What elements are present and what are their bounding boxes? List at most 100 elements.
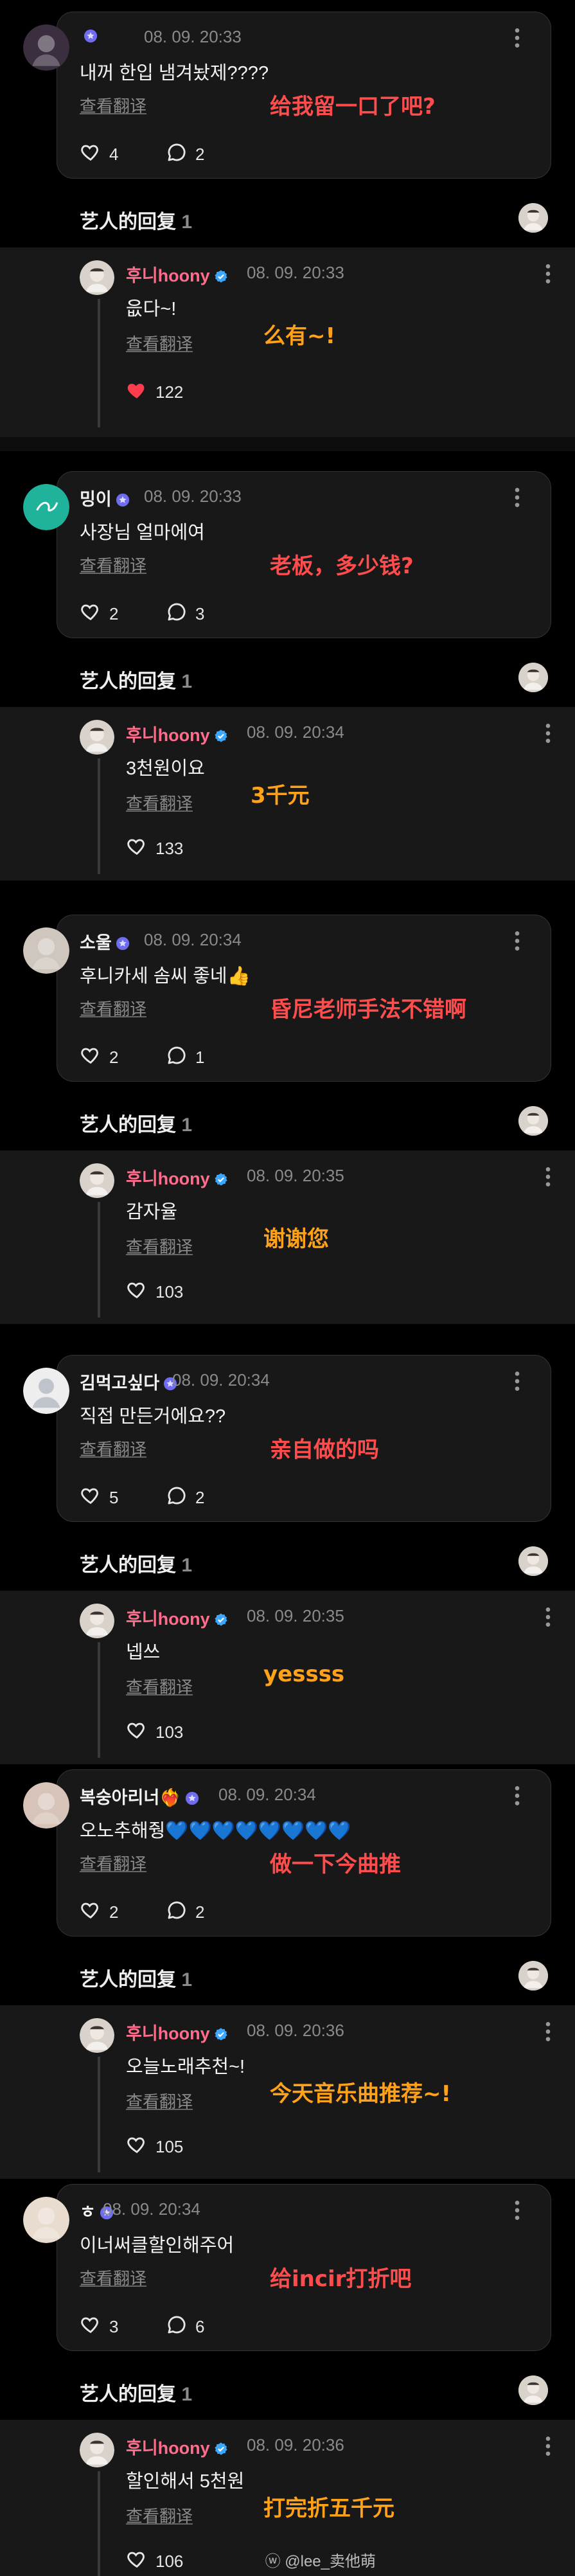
commenter-avatar[interactable] [23, 927, 69, 974]
caption-overlay: 给incir打折吧 [270, 2266, 412, 2292]
artist-mini-avatar[interactable] [518, 203, 548, 233]
commenter-name[interactable]: 밍이 [80, 485, 130, 510]
artist-avatar[interactable] [80, 2433, 114, 2467]
reply-more-options-icon[interactable] [545, 722, 551, 744]
reply-like-button[interactable]: 103 [126, 1719, 183, 1746]
reply-translate-link[interactable]: 查看翻译 [126, 1674, 193, 1698]
commenter-name[interactable]: 김먹고싶다 [80, 1369, 177, 1394]
artist-replies-header[interactable]: 艺人的回复 1 [80, 1109, 192, 1137]
artist-replies-header[interactable]: 艺人的回复 1 [80, 1549, 192, 1577]
translate-link[interactable]: 查看翻译 [80, 996, 146, 1020]
weibo-icon: ⓦ [265, 2553, 281, 2570]
reply-more-options-icon[interactable] [545, 263, 551, 285]
like-button[interactable]: 2 [80, 1044, 118, 1071]
more-options-icon[interactable] [514, 930, 520, 952]
reply-like-button[interactable]: 133 [126, 836, 183, 862]
like-button[interactable]: 2 [80, 601, 118, 627]
reply-translate-link[interactable]: 查看翻译 [126, 2503, 193, 2527]
verified-badge-icon [210, 1609, 228, 1629]
translate-link[interactable]: 查看翻译 [80, 2266, 146, 2289]
commenter-avatar[interactable] [23, 484, 69, 530]
commenter-name[interactable]: 소울 [80, 929, 130, 954]
comment-thread: 밍이 08. 09. 20:33 사장님 얼마에여 查看翻译 老板，多少钱? 2 3 艺人的回… [0, 437, 575, 909]
comment-thread: 복숭아리너❤️‍🔥 08. 09. 20:34 오노추해줭💙💙💙💙💙💙💙💙 查看翻译 做… [0, 1758, 575, 2208]
translate-link[interactable]: 查看翻译 [80, 553, 146, 577]
thread-divider [0, 437, 575, 451]
artist-avatar[interactable] [80, 1163, 114, 1198]
more-options-icon[interactable] [514, 2199, 520, 2221]
commenter-avatar[interactable] [23, 1368, 69, 1414]
reply-like-button[interactable]: 122 [126, 379, 183, 406]
artist-replies-header[interactable]: 艺人的回复 1 [80, 206, 192, 234]
artist-mini-avatar[interactable] [518, 2375, 548, 2405]
like-button[interactable]: 3 [80, 2314, 118, 2340]
artist-name[interactable]: 후니hoony [126, 2434, 228, 2459]
artist-mini-avatar[interactable] [518, 663, 548, 692]
more-options-icon[interactable] [514, 487, 520, 508]
artist-name[interactable]: 후니hoony [126, 262, 228, 287]
commenter-avatar[interactable] [23, 24, 69, 71]
comment-time: 08. 09. 20:34 [144, 930, 242, 949]
artist-avatar[interactable] [80, 260, 114, 295]
artist-avatar[interactable] [80, 2018, 114, 2053]
reply-more-options-icon[interactable] [545, 1606, 551, 1628]
artist-name-text: 후니hoony [126, 2438, 210, 2458]
reply-button[interactable]: 6 [166, 2314, 204, 2340]
reply-like-count: 103 [155, 1282, 184, 1301]
reply-more-options-icon[interactable] [545, 2435, 551, 2457]
reply-caption-overlay: yessss [263, 1661, 345, 1687]
comment-thread: ㅎ 08. 09. 20:34 이너써클할인해주어 查看翻译 给incir打折吧 3 6 艺人… [0, 2172, 575, 2576]
reply-translate-link[interactable]: 查看翻译 [126, 1234, 193, 1258]
reply-more-options-icon[interactable] [545, 1166, 551, 1188]
artist-name[interactable]: 후니hoony [126, 1605, 228, 1630]
comment-text: 사장님 얼마에여 [80, 523, 205, 543]
more-options-icon[interactable] [514, 27, 520, 49]
reply-button[interactable]: 2 [166, 1899, 204, 1926]
commenter-name[interactable] [80, 26, 98, 46]
more-options-icon[interactable] [514, 1785, 520, 1807]
translate-link[interactable]: 查看翻译 [80, 1436, 146, 1460]
like-count: 2 [109, 1902, 119, 1922]
artist-mini-avatar[interactable] [518, 1961, 548, 1990]
reply-like-count: 105 [155, 2137, 184, 2156]
reply-button[interactable]: 2 [166, 1485, 204, 1511]
reply-translate-link[interactable]: 查看翻译 [126, 791, 193, 814]
commenter-avatar[interactable] [23, 2197, 69, 2243]
artist-avatar[interactable] [80, 720, 114, 755]
more-options-icon[interactable] [514, 1370, 520, 1392]
reply-like-button[interactable]: 103 [126, 1279, 183, 1305]
reply-more-options-icon[interactable] [545, 2021, 551, 2043]
artist-replies-header[interactable]: 艺人的回复 1 [80, 665, 192, 693]
translate-link[interactable]: 查看翻译 [80, 1851, 146, 1875]
comment-text: 이너써클할인해주어 [80, 2235, 234, 2256]
reply-button[interactable]: 1 [166, 1044, 204, 1071]
artist-avatar[interactable] [80, 1604, 114, 1638]
translate-link[interactable]: 查看翻译 [80, 93, 146, 117]
like-button[interactable]: 5 [80, 1485, 118, 1511]
comment-bubble-icon [166, 601, 188, 627]
commenter-name[interactable]: 복숭아리너❤️‍🔥 [80, 1784, 199, 1809]
reply-like-button[interactable]: 106 [126, 2548, 183, 2575]
artist-name[interactable]: 후니hoony [126, 721, 228, 746]
reply-translate-link[interactable]: 查看翻译 [126, 2089, 193, 2113]
reply-button[interactable]: 3 [166, 601, 204, 627]
artist-replies-count: 1 [181, 1969, 193, 1990]
comment-text: 후니카세 솜씨 좋네👍 [80, 966, 251, 987]
commenter-name-text: ㅎ [80, 2203, 96, 2222]
reply-thread-line [98, 2471, 100, 2576]
reply-button[interactable]: 2 [166, 141, 204, 168]
artist-name[interactable]: 후니hoony [126, 1165, 228, 1190]
heart-icon [80, 1899, 102, 1926]
commenter-avatar[interactable] [23, 1782, 69, 1829]
like-button[interactable]: 4 [80, 141, 118, 168]
artist-mini-avatar[interactable] [518, 1106, 548, 1136]
artist-name[interactable]: 후니hoony [126, 2019, 228, 2044]
reply-text: 할인해서 5천원 [126, 2471, 245, 2492]
reply-caption-overlay: 谢谢您 [263, 1226, 329, 1252]
artist-replies-header[interactable]: 艺人的回复 1 [80, 1963, 192, 1992]
artist-replies-header[interactable]: 艺人的回复 1 [80, 2378, 192, 2406]
like-button[interactable]: 2 [80, 1899, 118, 1926]
reply-translate-link[interactable]: 查看翻译 [126, 331, 193, 355]
artist-mini-avatar[interactable] [518, 1546, 548, 1576]
reply-like-button[interactable]: 105 [126, 2134, 183, 2160]
